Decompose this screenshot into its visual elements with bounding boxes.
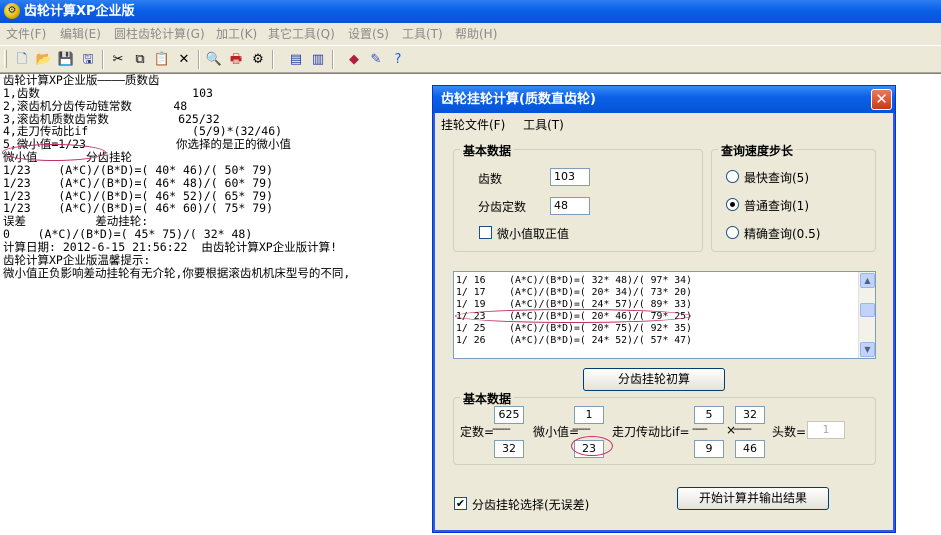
gem-icon[interactable]: ◆ [344,50,364,69]
group-title: 基本数据 [460,142,515,159]
list-item[interactable]: 1/ 25 (A*C)/(B*D)=( 20* 75)/( 92* 35) [456,323,692,335]
dialog-menu: 挂轮文件(F) 工具(T) [441,116,578,134]
close-button[interactable]: ✕ [871,89,892,110]
fraction-data-group: 基本数据 定数= ------ 625 32 微小值= ------ 1 23 … [453,390,876,465]
menu-settings[interactable]: 设置(S) [348,23,389,45]
index-constant-label: 分齿定数 [478,200,527,214]
result-text: 齿轮计算XP企业版————质数齿 1,齿数 103 2,滚齿机分齿传动链常数 4… [0,74,432,280]
gear-app-icon: ⚙ [4,3,20,19]
settings-icon[interactable]: ⚙ [248,50,268,69]
new-file-icon[interactable]: 🗋 [12,50,32,69]
radio-precise[interactable] [726,226,739,239]
menu-help[interactable]: 帮助(H) [455,23,497,45]
copy-icon[interactable]: ⧉ [130,50,150,69]
menu-bar: 文件(F) 编辑(E) 圆柱齿轮计算(G) 加工(K) 其它工具(Q) 设置(S… [0,23,941,45]
radio-normal[interactable] [726,198,739,211]
const-numerator-input[interactable]: 625 [494,406,524,424]
small-numerator-input[interactable]: 1 [574,406,604,424]
basic-data-group: 基本数据 齿数 103 分齿定数 48 微小值取正值 [453,142,703,252]
menu-dialog-tools[interactable]: 工具(T) [523,118,564,132]
print-icon[interactable]: 🖶 [226,50,246,69]
feed-b-denominator-input[interactable]: 46 [735,440,765,458]
const-label: 定数= [460,425,495,439]
text-line: 微小值正负影响差动挂轮有无介轮,你要根据滚齿机机床型号的不同, [3,265,351,280]
list-item[interactable]: 1/ 26 (A*C)/(B*D)=( 24* 52)/( 57* 47) [456,335,692,347]
pencil-icon[interactable]: ✎ [366,50,386,69]
list-item[interactable]: 1/ 16 (A*C)/(B*D)=( 32* 48)/( 97* 34) [456,275,692,287]
positive-value-label: 微小值取正值 [497,227,570,241]
positive-value-checkbox[interactable] [479,226,492,239]
paste-icon[interactable]: 📋 [152,50,172,69]
head-count-label: 头数= [772,425,807,439]
teeth-input[interactable]: 103 [550,168,590,186]
group-title: 基本数据 [460,390,515,407]
save-icon[interactable]: 💾 [56,50,76,69]
scroll-up-icon[interactable]: ▲ [860,273,875,288]
initial-calc-button[interactable]: 分齿挂轮初算 [583,368,725,391]
toolbar-separator [272,50,274,69]
highlight-oval [571,436,613,456]
menu-gear-file[interactable]: 挂轮文件(F) [441,118,505,132]
scroll-down-icon[interactable]: ▼ [860,342,875,357]
feed-ratio-label: 走刀传动比if= [612,425,690,439]
toolbar-separator [332,50,334,69]
feed-a-denominator-input[interactable]: 9 [694,440,724,458]
open-folder-icon[interactable]: 📂 [34,50,54,69]
query-speed-group: 查询速度步长 最快查询(5) 普通查询(1) 精确查询(0.5) [711,142,876,252]
menu-machining[interactable]: 加工(K) [216,23,257,45]
close-icon: ✕ [875,90,888,108]
head-count-input[interactable]: 1 [807,421,845,439]
toolbar-separator [102,50,104,69]
toolbar: 🗋 📂 💾 🖫 ✂ ⧉ 📋 ✕ 🔍 🖶 ⚙ ▤ ▥ ◆ ✎ ? [0,45,941,73]
export-icon[interactable]: ▥ [308,50,328,69]
help-icon[interactable]: ? [388,50,408,69]
toolbar-separator [198,50,200,69]
gear-calc-dialog: 齿轮挂轮计算(质数直齿轮) ✕ 挂轮文件(F) 工具(T) 基本数据 齿数 10… [432,85,896,533]
teeth-label: 齿数 [478,172,503,186]
start-calc-button[interactable]: 开始计算并输出结果 [677,487,829,510]
save-all-icon[interactable]: 🖫 [78,50,98,69]
select-gear-checkbox[interactable]: ✔ [454,497,467,510]
menu-other-tools[interactable]: 其它工具(Q) [268,23,335,45]
list-item[interactable]: 1/ 17 (A*C)/(B*D)=( 20* 34)/( 73* 20) [456,287,692,299]
menu-file[interactable]: 文件(F) [6,23,46,45]
toolbar-grip[interactable] [4,50,7,68]
cut-icon[interactable]: ✂ [108,50,128,69]
delete-icon[interactable]: ✕ [174,50,194,69]
index-constant-input[interactable]: 48 [550,197,590,215]
list-scrollbar[interactable]: ▲ ▼ [858,272,875,358]
menu-cylinder-gear[interactable]: 圆柱齿轮计算(G) [114,23,205,45]
window-title: 齿轮计算XP企业版 [24,4,135,19]
select-gear-label: 分齿挂轮选择(无误差) [472,498,590,512]
print-preview-icon[interactable]: 🔍 [204,50,224,69]
feed-b-numerator-input[interactable]: 32 [735,406,765,424]
radio-fastest[interactable] [726,170,739,183]
const-denominator-input[interactable]: 32 [494,440,524,458]
scroll-thumb[interactable] [860,303,875,317]
feed-a-numerator-input[interactable]: 5 [694,406,724,424]
calculator-icon[interactable]: ▤ [286,50,306,69]
main-title-bar[interactable]: ⚙ 齿轮计算XP企业版 [0,0,941,23]
group-title: 查询速度步长 [718,142,797,159]
radio-fastest-label: 最快查询(5) [744,171,809,185]
menu-tools[interactable]: 工具(T) [402,23,443,45]
highlight-oval [2,144,106,161]
radio-precise-label: 精确查询(0.5) [744,227,821,241]
checkmark-icon: ✔ [455,497,466,510]
radio-normal-label: 普通查询(1) [744,199,809,213]
menu-edit[interactable]: 编辑(E) [60,23,101,45]
dialog-title[interactable]: 齿轮挂轮计算(质数直齿轮) [433,86,895,113]
result-list[interactable]: 1/ 16 (A*C)/(B*D)=( 32* 48)/( 97* 34) 1/… [453,271,876,359]
selected-row-highlight [455,309,691,323]
